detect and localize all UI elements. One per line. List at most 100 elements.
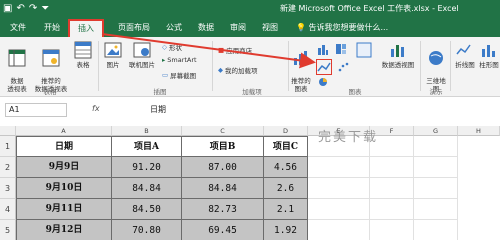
tab-review[interactable]: 审阅 — [224, 20, 252, 37]
title-bar: ▣ ↶ ↷ ⏷ 新建 Microsoft Office Excel 工作表.xl… — [0, 0, 500, 18]
column-header[interactable]: A — [16, 126, 112, 136]
column-header[interactable]: G — [414, 126, 458, 136]
table-cell[interactable]: 84.50 — [112, 199, 182, 220]
formula-bar: A1 fx 日期 — [0, 100, 500, 120]
table-cell[interactable]: 9月12日 — [16, 220, 112, 240]
table-cell[interactable]: 9月9日 — [16, 157, 112, 178]
empty-cell[interactable] — [414, 199, 458, 220]
empty-cell[interactable] — [308, 220, 370, 240]
empty-cell[interactable] — [414, 136, 458, 157]
picture-icon — [104, 42, 122, 58]
row-header[interactable]: 5 — [0, 220, 16, 240]
empty-cell[interactable] — [370, 220, 414, 240]
hierarchy-chart-button[interactable] — [334, 43, 348, 57]
scatter-chart-button[interactable] — [336, 61, 350, 75]
column-chart-icon — [318, 45, 328, 55]
customize-icon[interactable]: ⏷ — [41, 2, 49, 16]
shapes-button[interactable]: ◇ 形状 — [162, 42, 182, 52]
table-icon — [74, 41, 92, 59]
globe-icon — [429, 51, 443, 65]
empty-cell[interactable] — [370, 157, 414, 178]
pie-chart-button[interactable] — [316, 77, 330, 89]
empty-cell[interactable] — [370, 178, 414, 199]
table-cell[interactable]: 70.80 — [112, 220, 182, 240]
group-label-charts: 图表 — [348, 88, 362, 96]
table-cell[interactable]: 2.1 — [264, 199, 308, 220]
sparkline-line-icon — [456, 44, 471, 55]
tab-view[interactable]: 视图 — [256, 20, 284, 37]
line-chart-button[interactable] — [316, 59, 332, 75]
save-icon[interactable]: ▣ — [3, 2, 12, 16]
table-header-cell[interactable]: 日期 — [16, 136, 112, 157]
map-chart-button[interactable] — [352, 41, 376, 61]
table-cell[interactable]: 69.45 — [182, 220, 264, 240]
table-header-cell[interactable]: 项目B — [182, 136, 264, 157]
tab-formulas[interactable]: 公式 — [160, 20, 188, 37]
tab-page-layout[interactable]: 页面布局 — [112, 20, 156, 37]
undo-icon[interactable]: ↶ — [16, 2, 24, 16]
window-title: 新建 Microsoft Office Excel 工作表.xlsx - Exc… — [280, 4, 459, 13]
select-all-corner[interactable] — [0, 126, 16, 136]
row-header[interactable]: 4 — [0, 199, 16, 220]
table-cell[interactable]: 82.73 — [182, 199, 264, 220]
tab-file[interactable]: 文件 — [6, 20, 30, 37]
name-box[interactable]: A1 — [5, 103, 67, 117]
table-button[interactable]: 表格 — [72, 41, 94, 69]
ribbon-tabs: 文件 开始 插入 页面布局 公式 数据 审阅 视图 💡 告诉我您想要做什么... — [0, 18, 500, 37]
table-header-cell[interactable]: 项目C — [264, 136, 308, 157]
table-cell[interactable]: 84.84 — [112, 178, 182, 199]
ribbon-separator — [450, 41, 451, 91]
tell-me-search[interactable]: 💡 告诉我您想要做什么... — [296, 20, 406, 37]
tab-insert[interactable]: 插入 — [68, 19, 104, 37]
table-header-cell[interactable]: 项目A — [112, 136, 182, 157]
tab-data[interactable]: 数据 — [192, 20, 220, 37]
row-header[interactable]: 2 — [0, 157, 16, 178]
column-header[interactable]: B — [112, 126, 182, 136]
sparkline-column-button[interactable]: 柱形图 — [478, 41, 500, 69]
store-button[interactable]: ■ 应用商店 — [218, 45, 252, 55]
table-cell[interactable]: 9月10日 — [16, 178, 112, 199]
table-cell[interactable]: 4.56 — [264, 157, 308, 178]
row-header[interactable]: 3 — [0, 178, 16, 199]
recommended-charts-button[interactable]: 推荐的 图表 — [290, 41, 312, 93]
pictures-button[interactable]: 图片 — [102, 41, 124, 69]
online-pictures-button[interactable]: 联机图片 — [126, 41, 158, 69]
column-header[interactable]: H — [458, 126, 500, 136]
table-cell[interactable]: 87.00 — [182, 157, 264, 178]
my-addins-button[interactable]: ◆ 我的加载项 — [218, 65, 258, 75]
table-cell[interactable]: 91.20 — [112, 157, 182, 178]
tab-home[interactable]: 开始 — [38, 20, 66, 37]
empty-cell[interactable] — [370, 199, 414, 220]
empty-cell[interactable] — [308, 157, 370, 178]
pivot-chart-button[interactable]: 数据透视图 — [378, 41, 418, 69]
sparkline-line-button[interactable]: 折线图 — [454, 41, 476, 69]
screenshot-button[interactable]: ▭ 屏幕截图 — [162, 70, 196, 80]
fx-icon[interactable]: fx — [92, 104, 100, 113]
pivot-table-button[interactable]: 数据 透视表 — [3, 41, 31, 93]
empty-cell[interactable] — [308, 178, 370, 199]
empty-cell[interactable] — [414, 178, 458, 199]
store-icon: ■ — [218, 46, 225, 54]
column-header[interactable]: D — [264, 126, 308, 136]
formula-input[interactable]: 日期 — [150, 103, 166, 117]
row-header[interactable]: 1 — [0, 136, 16, 157]
worksheet-grid[interactable]: A B C D E F G H 1 2 3 4 5 日期 项目A 项目B 项目C… — [0, 126, 500, 240]
watermark-text: 完美下载 — [318, 130, 379, 145]
column-header[interactable]: C — [182, 126, 264, 136]
table-cell[interactable]: 2.6 — [264, 178, 308, 199]
tell-me-label: 告诉我您想要做什么... — [308, 23, 389, 32]
smartart-button[interactable]: ▸ SmartArt — [162, 56, 197, 64]
column-chart-button[interactable] — [316, 43, 330, 57]
lightbulb-icon: 💡 — [296, 23, 306, 32]
redo-icon[interactable]: ↷ — [29, 2, 37, 16]
sparkline-column-icon — [482, 45, 495, 57]
empty-cell[interactable] — [308, 199, 370, 220]
table-cell[interactable]: 1.92 — [264, 220, 308, 240]
shapes-icon: ◇ — [162, 43, 167, 51]
addins-icon: ◆ — [218, 66, 223, 74]
table-cell[interactable]: 84.84 — [182, 178, 264, 199]
empty-cell[interactable] — [414, 220, 458, 240]
ribbon-separator — [288, 41, 289, 91]
empty-cell[interactable] — [414, 157, 458, 178]
table-cell[interactable]: 9月11日 — [16, 199, 112, 220]
